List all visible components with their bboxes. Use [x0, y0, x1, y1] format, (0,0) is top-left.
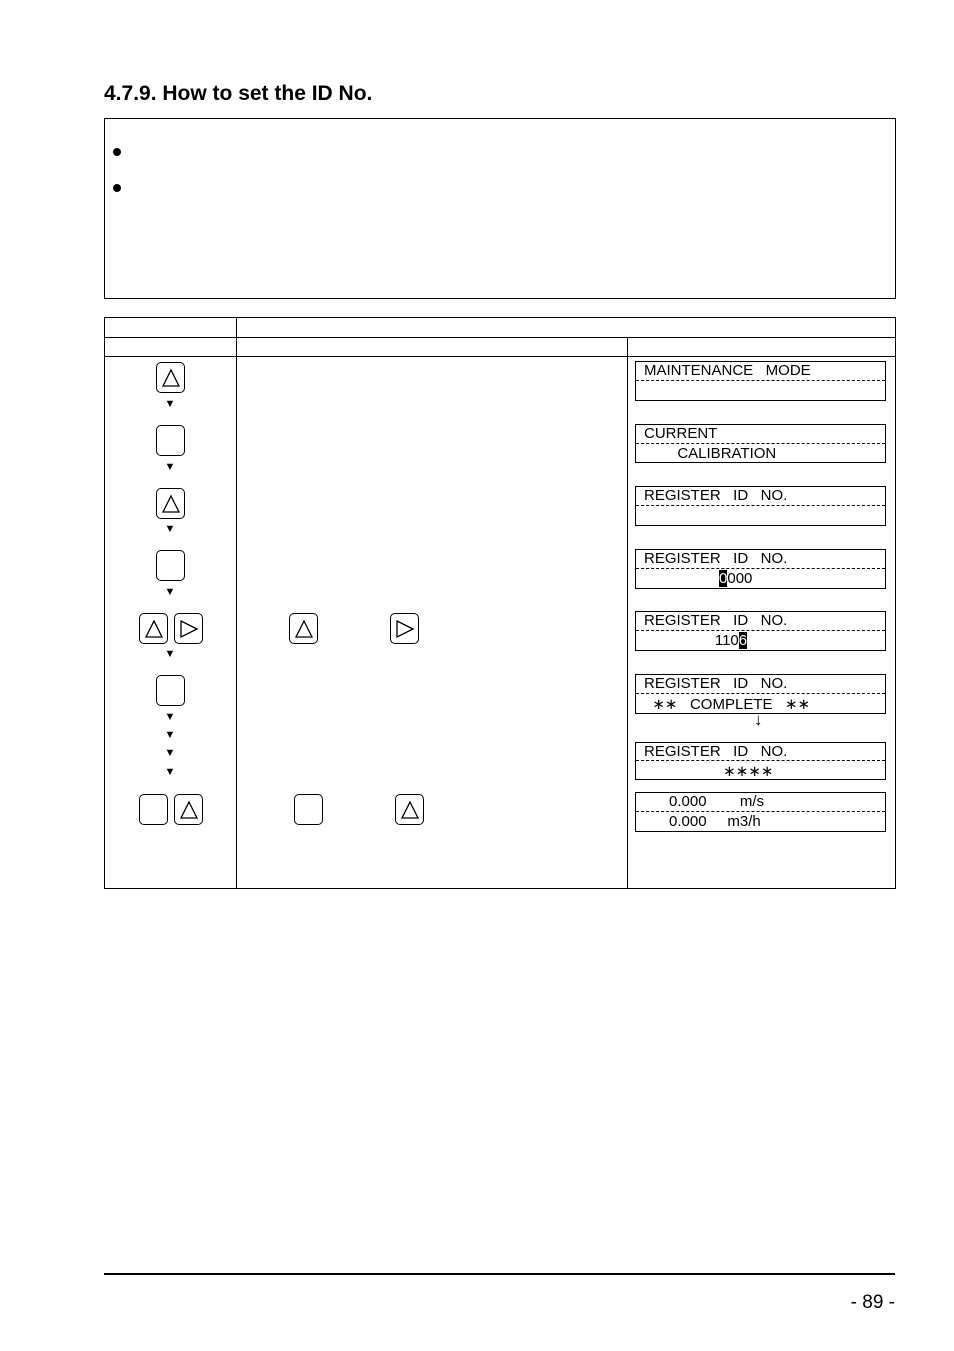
up-key-icon [395, 794, 424, 825]
up-key-icon [139, 613, 168, 644]
lcd-divider [636, 760, 885, 761]
lcd-display: MAINTENANCE MODE [635, 361, 886, 401]
document-page: 4.7.9. How to set the ID No. ▼ ▼ ▼ ▼ ▼ ▼ ▼ ▼ ▼ M… [0, 0, 954, 1351]
lcd-display: REGISTER ID NO. ∗∗∗∗ [635, 742, 886, 780]
lcd-line-1: CURRENT [644, 425, 718, 442]
down-arrow-icon: ▼ [164, 586, 176, 598]
enter-key-icon [294, 794, 323, 825]
down-arrow-icon: ▼ [164, 461, 176, 473]
lcd-display: REGISTER ID NO. 1106 [635, 611, 886, 651]
down-arrow-icon: ▼ [164, 729, 176, 741]
down-arrow-icon: ▼ [164, 398, 176, 410]
lcd-divider [636, 630, 885, 631]
page-number: - 89 - [850, 1292, 895, 1313]
up-key-icon [289, 613, 318, 644]
lcd-display: 0.000 m/s 0.000 m3/h [635, 792, 886, 832]
lcd-line-1: MAINTENANCE MODE [644, 362, 811, 379]
lcd-divider [636, 443, 885, 444]
lcd-line-1: REGISTER ID NO. [644, 550, 788, 567]
lcd-divider [636, 505, 885, 506]
down-arrow-icon: ▼ [164, 523, 176, 535]
bullet-icon [113, 184, 121, 192]
lcd-divider [636, 811, 885, 812]
enter-key-icon [156, 425, 185, 456]
lcd-line-1: 0.000 m/s [644, 793, 765, 810]
table-row-divider [104, 337, 895, 338]
table-column-divider [627, 337, 628, 888]
down-arrow-icon: ▼ [164, 747, 176, 759]
table-column-divider [236, 317, 237, 888]
lcd-display: REGISTER ID NO. ∗∗ COMPLETE ∗∗ [635, 674, 886, 714]
down-arrow-icon: ▼ [164, 766, 176, 778]
lcd-line-2: 1106 [644, 632, 748, 649]
bullet-icon [113, 148, 121, 156]
lcd-line-1: REGISTER ID NO. [644, 743, 788, 760]
up-key-icon [174, 794, 203, 825]
lcd-display: REGISTER ID NO. [635, 486, 886, 526]
up-key-icon [156, 362, 185, 393]
lcd-display: CURRENT CALIBRATION [635, 424, 886, 463]
lcd-line-1: REGISTER ID NO. [644, 612, 788, 629]
lcd-line-2: CALIBRATION [644, 445, 777, 462]
down-arrow-icon: ▼ [164, 711, 176, 723]
transition-arrow: ↓ [754, 710, 763, 729]
note-box [104, 118, 896, 299]
section-heading: 4.7.9. How to set the ID No. [104, 82, 373, 105]
lcd-line-2: 0.000 m3/h [644, 813, 761, 830]
down-arrow-icon: ▼ [164, 648, 176, 660]
enter-key-icon [139, 794, 168, 825]
lcd-divider [636, 693, 885, 694]
lcd-display: REGISTER ID NO. 0000 [635, 549, 886, 589]
lcd-divider [636, 568, 885, 569]
up-key-icon [156, 488, 185, 519]
lcd-line-1: REGISTER ID NO. [644, 675, 788, 692]
table-row-divider [104, 356, 895, 357]
lcd-line-2: ∗∗ COMPLETE ∗∗ [644, 696, 811, 713]
lcd-divider [636, 380, 885, 381]
enter-key-icon [156, 550, 185, 581]
lcd-line-1: REGISTER ID NO. [644, 487, 788, 504]
lcd-line-2: 0000 [719, 570, 753, 587]
right-key-icon [390, 613, 419, 644]
right-key-icon [174, 613, 203, 644]
footer-rule [104, 1273, 895, 1275]
enter-key-icon [156, 675, 185, 706]
lcd-line-2: ∗∗∗∗ [644, 763, 774, 780]
